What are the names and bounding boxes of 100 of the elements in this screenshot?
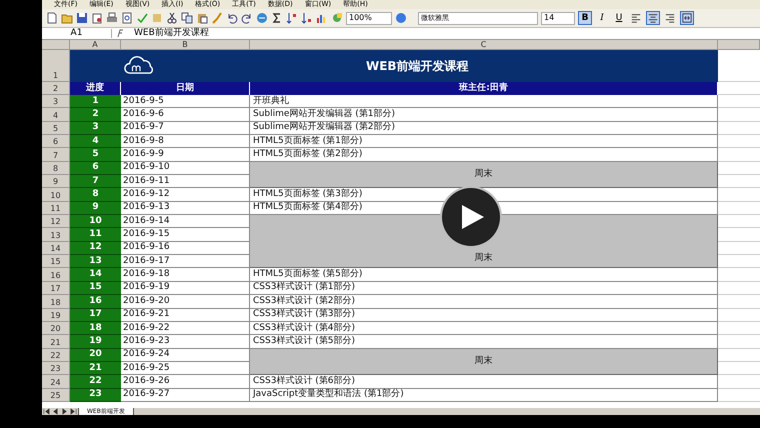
- progress-cell: 12: [70, 242, 121, 256]
- progress-cell: 7: [70, 175, 121, 188]
- topic-cell: HTML5页面标签 (第1部分): [250, 135, 718, 148]
- date-cell: 2016-9-15: [121, 228, 250, 242]
- topic-cell: HTML5页面标签 (第3部分): [250, 188, 718, 202]
- weekend-cell: 周末: [250, 348, 718, 376]
- merge-center-button[interactable]: [680, 11, 694, 25]
- permission-icon[interactable]: [91, 12, 103, 24]
- date-cell: 2016-9-26: [121, 375, 250, 389]
- date-cell: 2016-9-20: [121, 295, 250, 308]
- first-sheet-icon[interactable]: [43, 408, 50, 415]
- sort-descending-icon[interactable]: [301, 12, 313, 24]
- zoom-dropdown[interactable]: 100%: [346, 12, 392, 24]
- underline-button[interactable]: U: [612, 11, 626, 25]
- column-header: A: [70, 40, 121, 50]
- progress-cell: 18: [70, 322, 121, 336]
- new-file-icon[interactable]: [46, 12, 58, 24]
- date-cell: 2016-9-23: [121, 335, 250, 349]
- progress-cell: 16: [70, 295, 121, 308]
- date-cell: 2016-9-19: [121, 282, 250, 296]
- bold-button[interactable]: B: [578, 11, 592, 25]
- topic-cell: CSS3样式设计 (第4部分): [250, 322, 718, 336]
- row-header: 9: [42, 175, 70, 188]
- row-header: 23: [42, 362, 70, 376]
- progress-cell: 11: [70, 228, 121, 242]
- date-cell: 2016-9-21: [121, 308, 250, 322]
- topic-cell: Sublime网站开发编辑器 (第2部分): [250, 122, 718, 136]
- date-cell: 2016-9-14: [121, 215, 250, 228]
- date-cell: 2016-9-25: [121, 362, 250, 376]
- row-header: 20: [42, 322, 70, 336]
- sum-icon[interactable]: [271, 12, 283, 24]
- topic-cell: HTML5页面标签 (第2部分): [250, 148, 718, 162]
- open-folder-icon[interactable]: [61, 12, 73, 24]
- align-center-button[interactable]: [646, 11, 660, 25]
- save-icon[interactable]: [76, 12, 88, 24]
- sheet-title: WEB前端开发课程: [366, 60, 469, 72]
- italic-button[interactable]: I: [595, 11, 609, 25]
- paste-icon[interactable]: [196, 12, 208, 24]
- progress-cell: 14: [70, 268, 121, 282]
- name-box[interactable]: A1: [42, 29, 112, 38]
- row-header: 7: [42, 148, 70, 162]
- sort-ascending-icon[interactable]: [286, 12, 298, 24]
- cloud-logo-icon: [124, 56, 156, 75]
- function-icon: [116, 29, 126, 38]
- print-icon[interactable]: [106, 12, 118, 24]
- date-cell: 2016-9-13: [121, 202, 250, 216]
- topic-cell: Sublime网站开发编辑器 (第1部分): [250, 108, 718, 122]
- progress-cell: 6: [70, 162, 121, 176]
- redo-icon[interactable]: [241, 12, 253, 24]
- date-cell: 2016-9-10: [121, 162, 250, 176]
- date-cell: 2016-9-22: [121, 322, 250, 336]
- row-header: 4: [42, 108, 70, 122]
- row-header: 19: [42, 308, 70, 322]
- column-header: C: [250, 40, 718, 50]
- row-header: 24: [42, 375, 70, 389]
- row-header: 17: [42, 282, 70, 296]
- date-cell: 2016-9-24: [121, 348, 250, 362]
- row-header: 11: [42, 202, 70, 216]
- weekend-cell: 周末: [250, 215, 718, 268]
- progress-cell: 23: [70, 388, 121, 402]
- topic-cell: CSS3样式设计 (第3部分): [250, 308, 718, 322]
- chart-icon[interactable]: [316, 12, 328, 24]
- date-cell: 2016-9-5: [121, 95, 250, 108]
- progress-cell: 3: [70, 122, 121, 136]
- print-preview-icon[interactable]: [121, 12, 133, 24]
- date-cell: 2016-9-12: [121, 188, 250, 202]
- row-header: 15: [42, 255, 70, 268]
- cut-icon[interactable]: [166, 12, 178, 24]
- date-cell: 2016-9-8: [121, 135, 250, 148]
- date-cell: 2016-9-9: [121, 148, 250, 162]
- progress-cell: 17: [70, 308, 121, 322]
- progress-cell: 1: [70, 95, 121, 108]
- topic-cell: 开班典礼: [250, 95, 718, 108]
- progress-cell: 5: [70, 148, 121, 162]
- row-header: 2: [42, 82, 70, 95]
- progress-cell: 4: [70, 135, 121, 148]
- row-header: 10: [42, 188, 70, 202]
- last-sheet-icon[interactable]: [70, 408, 77, 415]
- topic-cell: HTML5页面标签 (第5部分): [250, 268, 718, 282]
- progress-cell: 20: [70, 348, 121, 362]
- date-cell: 2016-9-27: [121, 388, 250, 402]
- undo-icon[interactable]: [226, 12, 238, 24]
- date-cell: 2016-9-17: [121, 255, 250, 268]
- formula-field[interactable]: WEB前端开发课程: [130, 29, 760, 38]
- weekend-cell: 周末: [250, 162, 718, 188]
- row-header: 18: [42, 295, 70, 308]
- date-cell: 2016-9-7: [121, 122, 250, 136]
- font-size-dropdown[interactable]: 14: [541, 12, 575, 24]
- column-heading: 进度: [70, 82, 121, 95]
- topic-cell: CSS3样式设计 (第5部分): [250, 335, 718, 349]
- play-icon: [462, 205, 484, 229]
- progress-cell: 2: [70, 108, 121, 122]
- row-header: 8: [42, 162, 70, 176]
- date-cell: 2016-9-16: [121, 242, 250, 256]
- progress-cell: 10: [70, 215, 121, 228]
- date-cell: 2016-9-11: [121, 175, 250, 188]
- copy-icon[interactable]: [181, 12, 193, 24]
- row-header: 14: [42, 242, 70, 256]
- progress-cell: 9: [70, 202, 121, 216]
- row-header: 3: [42, 95, 70, 108]
